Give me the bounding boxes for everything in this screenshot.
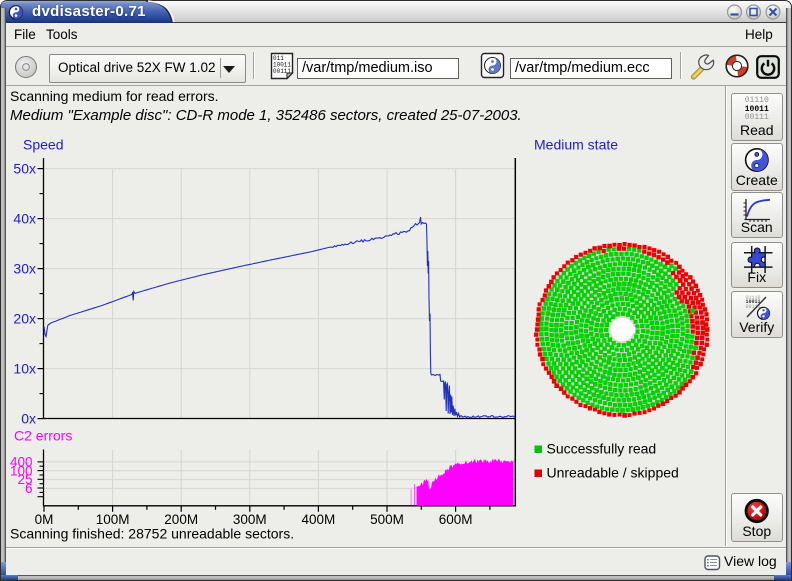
svg-text:600M: 600M — [439, 512, 473, 527]
svg-text:Speed: Speed — [23, 137, 63, 153]
svg-text:C2 errors: C2 errors — [14, 428, 72, 444]
svg-text:30x: 30x — [13, 260, 36, 276]
svg-text:Medium state: Medium state — [534, 137, 618, 153]
svg-text:6: 6 — [25, 481, 33, 496]
svg-text:40x: 40x — [13, 210, 36, 226]
svg-text:Scanning finished: 28752 unrea: Scanning finished: 28752 unreadable sect… — [10, 526, 294, 542]
svg-text:10x: 10x — [13, 360, 36, 376]
svg-text:00111: 00111 — [273, 68, 291, 75]
svg-text:500M: 500M — [370, 512, 404, 527]
svg-text:Successfully read: Successfully read — [547, 441, 657, 457]
svg-text:20x: 20x — [13, 310, 36, 326]
svg-text:50x: 50x — [13, 160, 36, 176]
svg-text:0x: 0x — [21, 410, 36, 426]
svg-text:Unreadable / skipped: Unreadable / skipped — [547, 465, 679, 481]
svg-text:400M: 400M — [302, 512, 336, 527]
